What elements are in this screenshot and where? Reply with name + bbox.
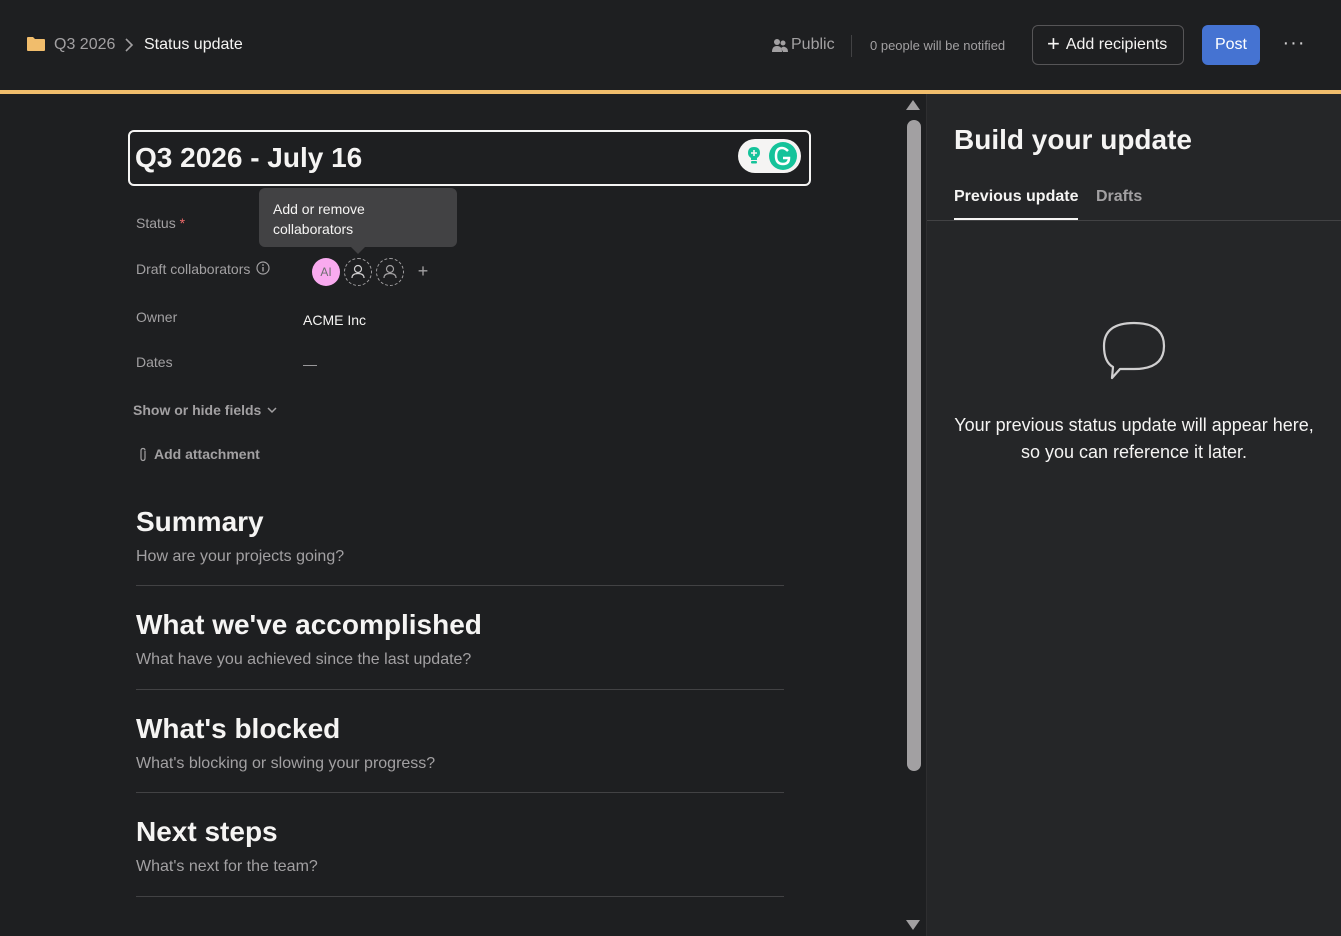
owner-label: Owner bbox=[136, 309, 178, 325]
scrollbar-thumb[interactable] bbox=[907, 120, 921, 771]
tab-divider bbox=[927, 220, 1341, 221]
show-hide-fields-button[interactable]: Show or hide fields bbox=[133, 402, 277, 418]
section-title: Next steps bbox=[136, 816, 278, 847]
status-label-text: Status bbox=[136, 215, 176, 231]
status-label: Status * bbox=[136, 215, 185, 231]
section-hint[interactable]: What's blocking or slowing your progress… bbox=[136, 755, 784, 773]
add-collaborator-button[interactable]: + bbox=[414, 262, 432, 280]
owner-value[interactable]: ACME Inc bbox=[303, 312, 366, 328]
people-icon bbox=[772, 39, 788, 52]
section-accomplished[interactable]: What we've accomplished What have you ac… bbox=[136, 609, 784, 690]
breadcrumb-current: Status update bbox=[144, 36, 243, 53]
dates-label: Dates bbox=[136, 354, 173, 370]
tab-drafts[interactable]: Drafts bbox=[1096, 188, 1142, 218]
user-icon bbox=[351, 264, 365, 279]
scroll-down-icon[interactable] bbox=[906, 920, 920, 930]
show-hide-label: Show or hide fields bbox=[133, 402, 262, 418]
empty-collaborator-slot[interactable] bbox=[344, 258, 372, 286]
post-button[interactable]: Post bbox=[1202, 25, 1260, 65]
section-hint[interactable]: What have you achieved since the last up… bbox=[136, 651, 784, 669]
section-title: What's blocked bbox=[136, 713, 341, 744]
folder-icon bbox=[27, 37, 45, 51]
avatar[interactable]: AI bbox=[312, 258, 340, 286]
paperclip-icon bbox=[140, 447, 146, 461]
grammarly-icon[interactable] bbox=[768, 141, 798, 171]
dates-value[interactable]: — bbox=[303, 356, 317, 372]
breadcrumb-parent[interactable]: Q3 2026 bbox=[54, 34, 115, 56]
more-icon[interactable]: ··· bbox=[1280, 33, 1308, 56]
tooltip: Add or remove collaborators bbox=[259, 188, 457, 247]
add-recipients-label: Add recipients bbox=[1065, 36, 1168, 53]
tooltip-arrow bbox=[350, 246, 366, 254]
top-bar: Q3 2026 Status update Public 0 people wi… bbox=[0, 0, 1341, 90]
required-mark: * bbox=[179, 215, 186, 231]
section-title: What we've accomplished bbox=[136, 609, 482, 640]
chevron-down-icon bbox=[267, 407, 277, 414]
chevron-right-icon bbox=[125, 38, 134, 52]
empty-collaborator-slot[interactable] bbox=[376, 258, 404, 286]
add-recipients-button[interactable]: + Add recipients bbox=[1032, 25, 1184, 65]
section-blocked[interactable]: What's blocked What's blocking or slowin… bbox=[136, 713, 784, 793]
lightbulb-icon[interactable] bbox=[742, 144, 766, 168]
notify-text: 0 people will be notified bbox=[870, 38, 1006, 53]
info-icon[interactable] bbox=[256, 261, 270, 275]
plus-icon: + bbox=[1047, 31, 1060, 56]
speech-bubble-icon bbox=[1102, 321, 1166, 380]
section-hint[interactable]: How are your projects going? bbox=[136, 548, 784, 566]
add-attachment-button[interactable]: Add attachment bbox=[137, 446, 260, 462]
visibility-label[interactable]: Public bbox=[791, 36, 835, 54]
scroll-up-icon[interactable] bbox=[906, 100, 920, 110]
section-title: Summary bbox=[136, 506, 264, 537]
tab-previous-update[interactable]: Previous update bbox=[954, 188, 1079, 220]
user-icon bbox=[383, 264, 397, 279]
divider bbox=[851, 35, 852, 57]
side-panel-title: Build your update bbox=[954, 124, 1192, 155]
add-attachment-label: Add attachment bbox=[154, 446, 260, 462]
collaborators-label: Draft collaborators bbox=[136, 261, 251, 277]
empty-state-message: Your previous status update will appear … bbox=[954, 415, 1314, 462]
title-text[interactable]: Q3 2026 - July 16 bbox=[135, 142, 362, 174]
section-hint[interactable]: What's next for the team? bbox=[136, 858, 784, 876]
section-next-steps[interactable]: Next steps What's next for the team? bbox=[136, 816, 784, 897]
section-summary[interactable]: Summary How are your projects going? bbox=[136, 506, 784, 586]
